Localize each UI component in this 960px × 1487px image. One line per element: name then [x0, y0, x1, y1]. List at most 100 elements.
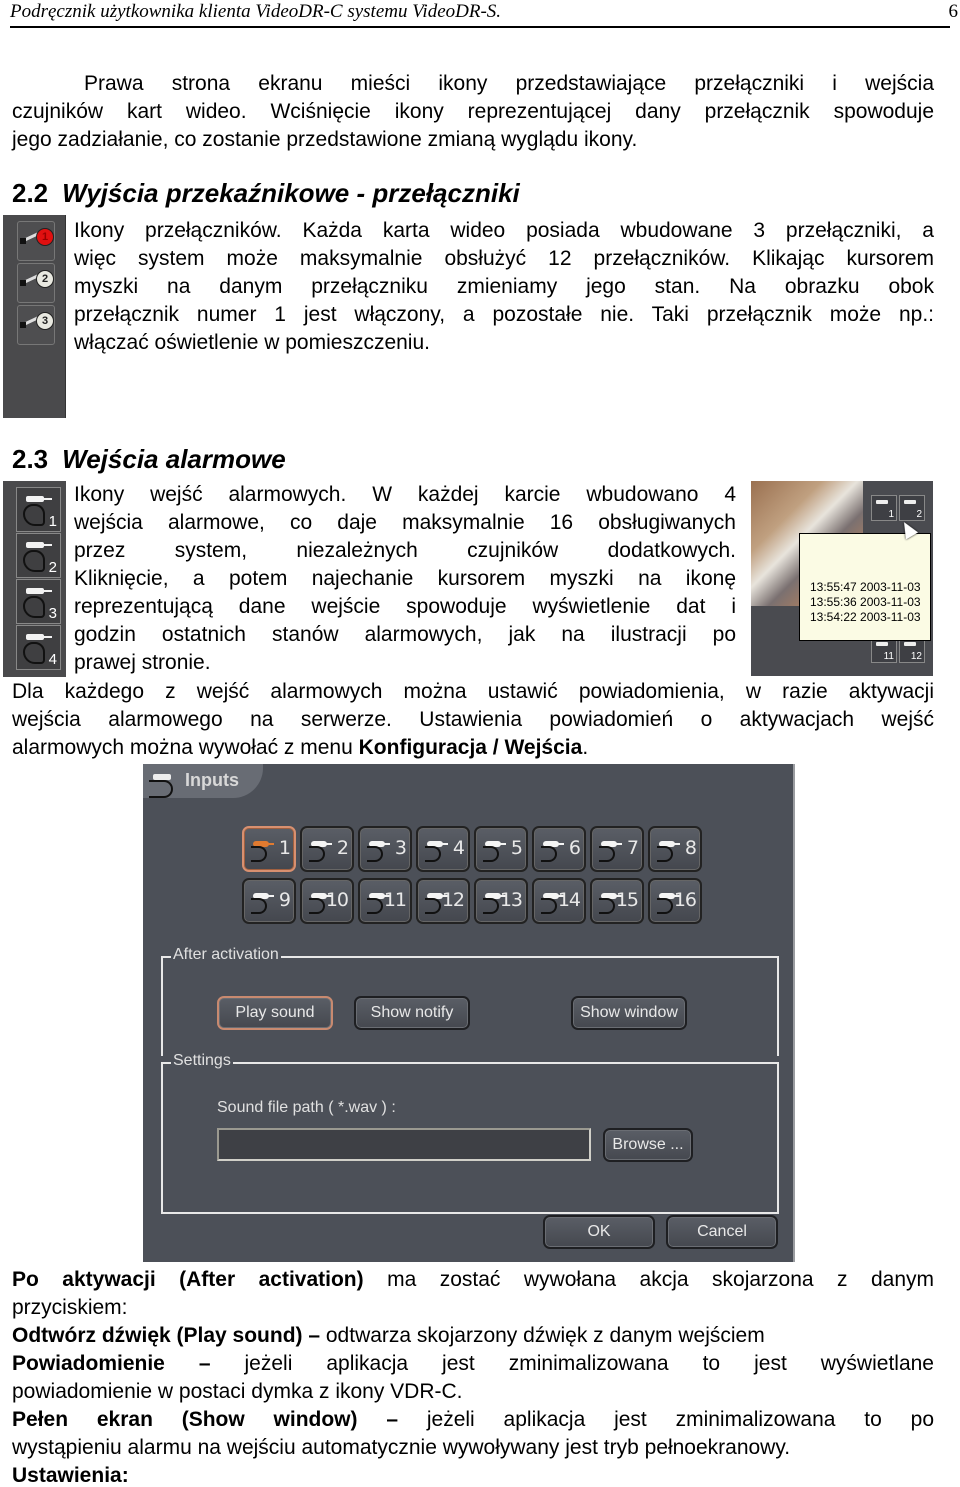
cable-icon: [599, 898, 615, 914]
cable-icon: [23, 504, 45, 526]
switch-base-icon: [20, 238, 26, 244]
alarm-input-button-3[interactable]: 3: [16, 579, 61, 624]
input-button-11[interactable]: 11: [358, 878, 412, 924]
dialog-title-bar: Inputs: [143, 764, 263, 798]
text-line: przełącznik numer 1 jest włączony, a poz…: [74, 303, 934, 326]
input-button-12[interactable]: 12: [416, 878, 470, 924]
text-line: Ikony wejść alarmowych. W każdej karcie …: [74, 483, 736, 506]
cam-input-button-2[interactable]: 2: [899, 495, 925, 521]
input-button-7[interactable]: 7: [590, 826, 644, 872]
section-title: Wejścia alarmowe: [62, 444, 286, 474]
text-fragment: jeżeli aplikacja jest zminimalizowana to…: [398, 1408, 934, 1431]
text-line: wystąpieniu alarmu na wejściu automatycz…: [12, 1436, 791, 1459]
cable-icon: [23, 596, 45, 618]
input-number: 15: [615, 889, 639, 911]
cable-icon: [309, 898, 325, 914]
sound-path-label: Sound file path ( *.wav ) :: [217, 1099, 396, 1116]
text-fragment: jeżeli aplikacja jest zminimalizowana to…: [210, 1352, 934, 1375]
tooltip-timestamp: 13:55:47 2003-11-03: [810, 580, 921, 594]
cable-icon: [657, 846, 673, 862]
group-label: After activation: [171, 946, 281, 964]
text-line: Ikony przełączników. Każda karta wideo p…: [74, 219, 934, 242]
cable-icon: [483, 846, 499, 862]
text-line: Dla każdego z wejść alarmowych można ust…: [12, 680, 934, 703]
text-line: alarmowych można wywołać z menu Konfigur…: [12, 734, 934, 762]
input-number: 12: [910, 651, 922, 662]
input-button-9[interactable]: 9: [242, 878, 296, 924]
show-notify-button[interactable]: Show notify: [354, 996, 470, 1030]
section-number: 2.3: [12, 444, 49, 474]
term: Odtwórz dźwięk (Play sound) –: [12, 1324, 321, 1347]
cable-icon: [425, 846, 441, 862]
input-number: 13: [499, 889, 523, 911]
cable-icon: [599, 846, 615, 862]
text-line: przyciskiem:: [12, 1296, 128, 1319]
cable-icon: [367, 846, 383, 862]
alarm-input-button-2[interactable]: 2: [16, 533, 61, 578]
text-line: Odtwórz dźwięk (Play sound) – odtwarza s…: [12, 1322, 934, 1350]
term: Pełen ekran (Show window) –: [12, 1408, 399, 1431]
input-number: 11: [883, 651, 894, 662]
input-number: 16: [673, 889, 697, 911]
show-window-button[interactable]: Show window: [571, 996, 687, 1030]
input-button-15[interactable]: 15: [590, 878, 644, 924]
plug-icon: [26, 634, 52, 640]
text-fragment: ma zostać wywołana akcja skojarzona z da…: [363, 1268, 935, 1291]
cable-icon: [657, 898, 673, 914]
input-button-6[interactable]: 6: [532, 826, 586, 872]
cable-icon: [251, 846, 267, 862]
text-line: wejścia alarmowego na serwerze. Ustawien…: [12, 708, 934, 731]
text-line: powiadomienie w postaci dymka z ikony VD…: [12, 1380, 463, 1403]
input-button-1[interactable]: 1: [242, 826, 296, 872]
input-button-4[interactable]: 4: [416, 826, 470, 872]
cable-icon: [251, 898, 267, 914]
play-sound-button[interactable]: Play sound: [217, 996, 333, 1030]
switch-button-3[interactable]: 3: [17, 305, 55, 345]
input-button-10[interactable]: 10: [300, 878, 354, 924]
browse-button[interactable]: Browse ...: [603, 1128, 693, 1162]
input-button-3[interactable]: 3: [358, 826, 412, 872]
input-number: 3: [394, 837, 407, 859]
input-button-14[interactable]: 14: [532, 878, 586, 924]
text-line: Pełen ekran (Show window) – jeżeli aplik…: [12, 1406, 934, 1434]
input-button-5[interactable]: 5: [474, 826, 528, 872]
alarm-input-panel: 1 2 3 4: [3, 481, 66, 677]
term: Po aktywacji (After activation): [12, 1268, 364, 1291]
text-line: Po aktywacji (After activation) ma zosta…: [12, 1266, 934, 1294]
alarm-input-button-1[interactable]: 1: [16, 487, 61, 532]
section-2-2-paragraph: Ikony przełączników. Każda karta wideo p…: [74, 217, 934, 357]
switch-base-icon: [20, 280, 26, 286]
alarm-history-screenshot: 1 2 11 12 13:55:47 2003-11-03 13:55:36 2…: [751, 481, 933, 676]
section-title: Wyjścia przekaźnikowe - przełączniki: [62, 178, 520, 208]
ok-button[interactable]: OK: [543, 1215, 655, 1249]
intro-paragraph: Prawa strona ekranu mieści ikony przedst…: [12, 70, 934, 154]
input-number: 11: [383, 889, 407, 911]
switch-button-1[interactable]: 1: [17, 221, 55, 261]
switch-button-2[interactable]: 2: [17, 263, 55, 303]
alarm-input-number: 3: [48, 605, 57, 622]
page-header: Podręcznik użytkownika klienta VideoDR-C…: [10, 0, 958, 28]
input-button-16[interactable]: 16: [648, 878, 702, 924]
sound-path-input[interactable]: [217, 1128, 591, 1161]
cancel-button[interactable]: Cancel: [666, 1215, 778, 1249]
input-number: 5: [510, 837, 523, 859]
section-heading-2-3: 2.3 Wejścia alarmowe: [12, 444, 286, 475]
text-line: reprezentującą dane wejście spowoduje wy…: [74, 595, 736, 618]
group-label: Settings: [171, 1052, 233, 1070]
input-number: 2: [916, 509, 922, 520]
input-number: 9: [278, 889, 291, 911]
description-paragraph: Po aktywacji (After activation) ma zosta…: [12, 1266, 934, 1487]
alarm-input-button-4[interactable]: 4: [16, 625, 61, 670]
text-line: Prawa strona ekranu mieści ikony przedst…: [84, 72, 934, 95]
input-number: 1: [278, 837, 291, 859]
input-button-8[interactable]: 8: [648, 826, 702, 872]
plug-icon: [26, 588, 52, 594]
document-title: Podręcznik użytkownika klienta VideoDR-C…: [10, 1, 502, 22]
input-number: 7: [626, 837, 639, 859]
text-line: myszki na danym przełączniku zmieniamy j…: [74, 275, 934, 298]
input-button-13[interactable]: 13: [474, 878, 528, 924]
cam-input-button-1[interactable]: 1: [871, 495, 897, 521]
text-line: Ustawienia:: [12, 1462, 934, 1487]
input-button-2[interactable]: 2: [300, 826, 354, 872]
alarm-history-tooltip: 13:55:47 2003-11-03 13:55:36 2003-11-03 …: [799, 533, 931, 641]
